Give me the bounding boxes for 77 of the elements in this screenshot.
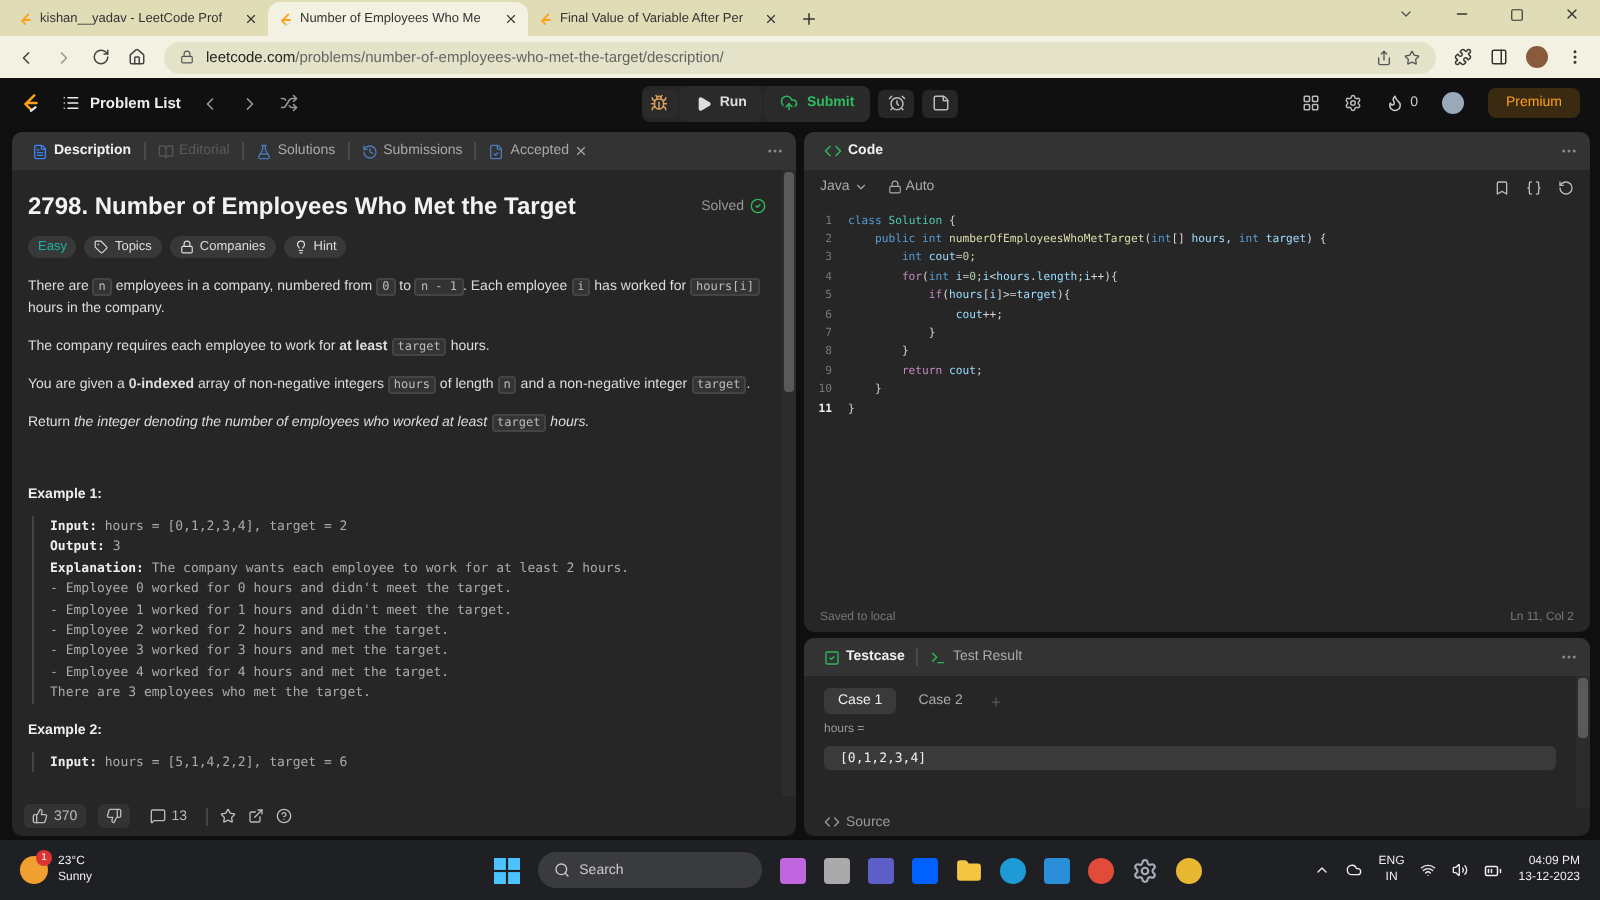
star-icon[interactable]	[1404, 49, 1420, 65]
cloud-upload-icon	[780, 94, 799, 112]
debug-button[interactable]	[641, 89, 678, 117]
lock-icon	[887, 180, 902, 194]
search-icon	[553, 862, 570, 878]
flame-icon	[1386, 94, 1405, 112]
chevron-down-icon	[853, 180, 868, 194]
alarm-clock-icon	[887, 94, 906, 112]
share-icon[interactable]	[1376, 49, 1392, 65]
history-icon	[361, 143, 378, 159]
app-icon[interactable]	[1087, 857, 1114, 883]
close-icon[interactable]	[244, 12, 258, 26]
volume-icon[interactable]	[1452, 862, 1469, 878]
app-icon[interactable]	[1175, 857, 1202, 883]
close-icon[interactable]	[574, 144, 589, 158]
play-icon	[695, 95, 712, 111]
logo-icon	[18, 11, 34, 27]
reload-icon[interactable]	[92, 48, 110, 66]
folder-icon[interactable]	[955, 857, 982, 883]
app-icon[interactable]	[779, 857, 806, 883]
document-icon	[32, 143, 48, 159]
note-icon	[931, 94, 950, 112]
scrollbar[interactable]	[1576, 676, 1590, 808]
list-icon	[62, 94, 80, 112]
braces-icon[interactable]	[1526, 179, 1542, 195]
logo-icon	[278, 11, 294, 27]
settings-icon[interactable]	[1344, 94, 1363, 112]
speech-bubble-icon	[149, 808, 166, 824]
help-icon[interactable]	[276, 808, 293, 824]
chevron-down-icon[interactable]	[1398, 6, 1414, 22]
document-check-icon	[488, 143, 505, 159]
logo-icon	[538, 11, 554, 27]
code-icon	[824, 814, 840, 830]
close-icon[interactable]	[764, 12, 778, 26]
checkbox-icon	[824, 649, 840, 665]
avatar[interactable]	[1526, 46, 1548, 68]
shuffle-icon[interactable]	[280, 94, 299, 112]
cloud-icon[interactable]	[1346, 862, 1363, 878]
tag-icon	[94, 240, 109, 254]
close-icon[interactable]	[504, 12, 518, 26]
bug-icon	[650, 94, 669, 112]
code-icon	[824, 142, 842, 160]
wifi-icon[interactable]	[1420, 862, 1437, 878]
app-icon[interactable]	[823, 857, 850, 883]
check-circle-icon	[750, 198, 766, 214]
battery-icon[interactable]	[1484, 861, 1503, 879]
thumbs-down-icon	[105, 808, 122, 824]
book-icon	[157, 143, 174, 159]
settings-icon[interactable]	[1131, 857, 1158, 883]
new-tab-icon[interactable]	[800, 9, 818, 27]
share-icon[interactable]	[248, 808, 265, 824]
side-panel-icon[interactable]	[1490, 48, 1508, 66]
note-button[interactable]	[922, 89, 959, 117]
lock-icon	[179, 240, 194, 254]
app-icon[interactable]	[1043, 857, 1070, 883]
avatar[interactable]	[1442, 92, 1464, 114]
problem-title: 2798. Number of Employees Who Met the Target	[28, 192, 576, 220]
star-icon[interactable]	[220, 808, 237, 824]
puzzle-icon[interactable]	[1454, 48, 1472, 66]
terminal-icon	[930, 649, 947, 665]
grid-icon[interactable]	[1302, 94, 1321, 112]
close-icon[interactable]	[1564, 6, 1580, 22]
maximize-icon[interactable]	[1510, 7, 1524, 21]
windows-logo-icon[interactable]	[493, 857, 520, 883]
lock-icon	[180, 50, 194, 64]
logo-icon	[20, 92, 42, 114]
reset-icon[interactable]	[1558, 179, 1574, 195]
bookmark-icon[interactable]	[1494, 179, 1510, 195]
flask-icon	[255, 143, 272, 159]
home-icon[interactable]	[128, 48, 146, 66]
app-icon[interactable]	[999, 857, 1026, 883]
chevron-up-icon[interactable]	[1314, 862, 1331, 878]
alarm-clock-button[interactable]	[878, 89, 915, 117]
scrollbar[interactable]	[782, 170, 796, 796]
dislike-button[interactable]	[97, 804, 130, 828]
thumbs-up-icon	[32, 808, 48, 824]
lightbulb-icon	[293, 240, 308, 254]
